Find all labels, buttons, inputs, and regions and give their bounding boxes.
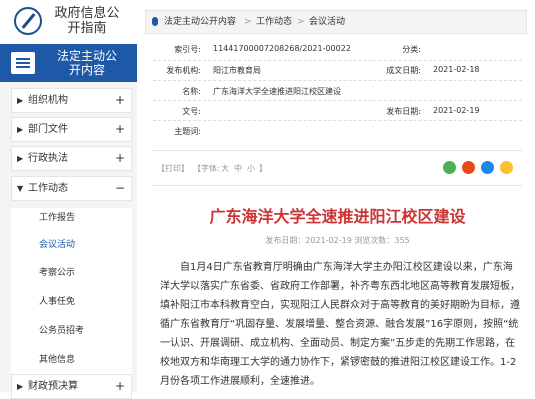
- caret-right-icon: ▶: [17, 96, 24, 105]
- location-icon: [152, 17, 158, 26]
- submenu-item-meetings[interactable]: 会议活动: [39, 237, 75, 250]
- article-pub-info: 发布日期：2021-02-19 浏览次数：355: [265, 236, 410, 245]
- collapse-icon[interactable]: −: [115, 177, 125, 200]
- compass-icon: [14, 7, 42, 35]
- caret-right-icon: ▶: [17, 154, 24, 163]
- breadcrumb-sep: >: [297, 17, 305, 27]
- meta-label: 名称:: [182, 87, 201, 96]
- breadcrumb-item[interactable]: 会议活动: [309, 11, 345, 33]
- meta-row: 名称: 广东海洋大学全速推进阳江校区建设: [153, 80, 522, 101]
- article-title: 广东海洋大学全速推进阳江校区建设: [209, 207, 466, 226]
- breadcrumb-sep: >: [244, 17, 252, 27]
- sidebar-item-enforcement[interactable]: ▶ 行政执法 +: [11, 146, 132, 171]
- sidebar-item-org[interactable]: ▶ 组织机构 +: [11, 88, 132, 113]
- submenu-item-appointments[interactable]: 人事任免: [39, 294, 75, 307]
- weibo-share-icon[interactable]: [462, 161, 475, 174]
- submenu-item-inspection[interactable]: 考察公示: [39, 265, 75, 278]
- meta-row: 主题词:: [153, 120, 522, 140]
- meta-label: 主题词:: [174, 127, 201, 136]
- sidebar-item-docs[interactable]: ▶ 部门文件 +: [11, 117, 132, 142]
- document-icon: [11, 52, 35, 74]
- font-medium-button[interactable]: 中: [234, 163, 242, 174]
- meta-row: 索引号: 11441700007208268/2021-00022 分类:: [153, 40, 522, 61]
- left-sidebar: 政府信息公开指南 法定主动公开内容 ▶ 组织机构 + ▶ 部门文件 + ▶ 行政…: [0, 0, 137, 399]
- sidebar-item-label: 组织机构: [28, 95, 68, 106]
- meta-row: 文号: 发布日期: 2021-02-19: [153, 100, 522, 121]
- submenu-item-recruitment[interactable]: 公务员招考: [39, 323, 84, 336]
- submenu-item-other[interactable]: 其他信息: [39, 352, 75, 365]
- caret-right-icon: ▶: [17, 382, 24, 391]
- font-label: 【字体:: [193, 164, 220, 173]
- sidebar-item-label: 行政执法: [28, 153, 68, 164]
- meta-row: 发布机构: 阳江市教育局 成文日期: 2021-02-18: [153, 60, 522, 81]
- meta-value: 阳江市教育局: [213, 66, 261, 75]
- breadcrumb-item[interactable]: 工作动态: [256, 11, 292, 33]
- qq-share-icon[interactable]: [481, 161, 494, 174]
- article-body: 自1月4日广东省教育厅明确由广东海洋大学主办阳江校区建设以来，广东海洋大学以落实…: [160, 262, 520, 387]
- qzone-share-icon[interactable]: [500, 161, 513, 174]
- expand-icon[interactable]: +: [115, 147, 125, 170]
- expand-icon[interactable]: +: [115, 89, 125, 112]
- expand-icon[interactable]: +: [115, 375, 125, 398]
- caret-right-icon: ▶: [17, 125, 24, 134]
- section-title: 法定主动公开内容: [56, 49, 117, 77]
- meta-value: 11441700007208268/2021-00022: [213, 44, 351, 53]
- sidebar-item-budget[interactable]: ▶ 财政预决算 +: [11, 374, 132, 399]
- wechat-share-icon[interactable]: [443, 161, 456, 174]
- meta-label: 发布机构:: [166, 66, 201, 75]
- font-small-button[interactable]: 小: [247, 163, 255, 174]
- submenu-item-reports[interactable]: 工作报告: [39, 210, 75, 223]
- guide-title: 政府信息公开指南: [54, 6, 120, 36]
- caret-down-icon: ▼: [17, 184, 24, 193]
- meta-value: 2021-02-18: [433, 65, 480, 74]
- meta-label: 分类:: [402, 45, 421, 54]
- submenu: 工作报告 会议活动 考察公示 人事任免 公务员招考 其他信息: [11, 208, 132, 380]
- meta-value: 广东海洋大学全速推进阳江校区建设: [213, 87, 341, 96]
- font-large-button[interactable]: 大: [221, 163, 229, 174]
- sidebar-item-label: 财政预决算: [28, 381, 78, 392]
- breadcrumb: 法定主动公开内容 > 工作动态 > 会议活动: [145, 10, 527, 34]
- guide-link[interactable]: 政府信息公开指南: [0, 0, 137, 44]
- breadcrumb-item[interactable]: 法定主动公开内容: [164, 11, 236, 33]
- section-header[interactable]: 法定主动公开内容: [0, 44, 137, 82]
- font-bracket: 】: [259, 164, 267, 173]
- article-toolbar: 【打印】 【字体: 大 中 小 】: [153, 150, 522, 186]
- sidebar-item-news[interactable]: ▼ 工作动态 −: [11, 176, 132, 201]
- meta-label: 索引号:: [174, 45, 201, 54]
- meta-label: 文号:: [182, 107, 201, 116]
- meta-label: 成文日期:: [386, 66, 421, 75]
- sidebar-item-label: 工作动态: [28, 183, 68, 194]
- sidebar-item-label: 部门文件: [28, 124, 68, 135]
- print-button[interactable]: 【打印】: [157, 163, 189, 174]
- meta-value: 2021-02-19: [433, 106, 480, 115]
- meta-label: 发布日期:: [386, 107, 421, 116]
- expand-icon[interactable]: +: [115, 118, 125, 141]
